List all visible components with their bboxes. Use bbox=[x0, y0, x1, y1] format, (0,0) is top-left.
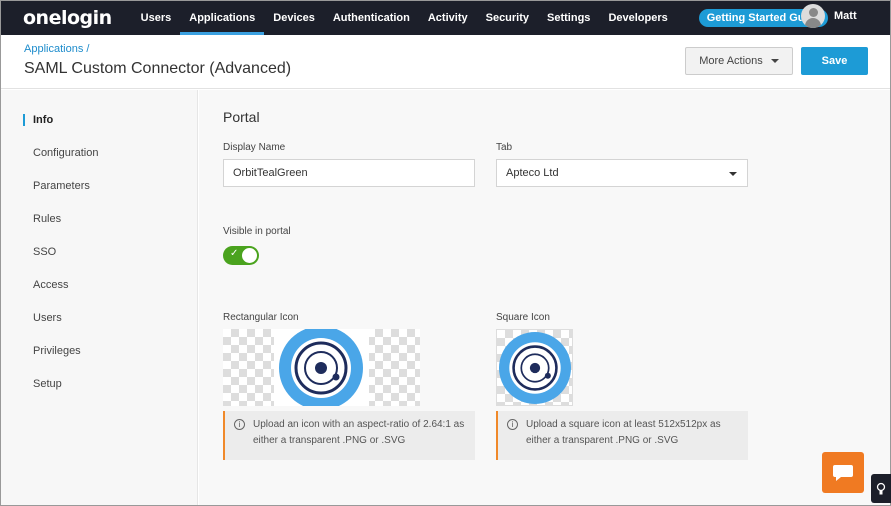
orbit-logo-icon bbox=[499, 332, 571, 404]
chat-button[interactable] bbox=[822, 452, 864, 493]
visible-in-portal-toggle[interactable]: ✓ bbox=[223, 246, 259, 265]
tab-select[interactable]: Apteco Ltd bbox=[496, 159, 748, 187]
display-name-input[interactable]: OrbitTealGreen bbox=[223, 159, 475, 187]
nav-security[interactable]: Security bbox=[477, 1, 538, 35]
check-icon: ✓ bbox=[230, 248, 239, 259]
sidebar-item-users[interactable]: Users bbox=[33, 312, 62, 324]
page-title: SAML Custom Connector (Advanced) bbox=[24, 60, 292, 77]
nav-settings[interactable]: Settings bbox=[538, 1, 599, 35]
active-indicator bbox=[23, 114, 25, 126]
square-icon-info: i Upload a square icon at least 512x512p… bbox=[496, 411, 748, 460]
onelogin-logo[interactable]: onelogin bbox=[23, 7, 112, 29]
sidebar-item-configuration[interactable]: Configuration bbox=[33, 147, 98, 159]
rectangular-icon-label: Rectangular Icon bbox=[223, 312, 299, 323]
page-header: Applications / SAML Custom Connector (Ad… bbox=[1, 35, 890, 89]
help-button[interactable] bbox=[871, 474, 891, 503]
main-content: Portal Display Name OrbitTealGreen Tab A… bbox=[199, 90, 890, 505]
sidebar-item-info[interactable]: Info bbox=[33, 114, 53, 126]
sidebar-item-parameters[interactable]: Parameters bbox=[33, 180, 90, 192]
nav-devices[interactable]: Devices bbox=[264, 1, 324, 35]
more-actions-label: More Actions bbox=[699, 55, 763, 67]
avatar-head bbox=[809, 8, 818, 17]
sidebar-item-access[interactable]: Access bbox=[33, 279, 68, 291]
square-icon-info-text: Upload a square icon at least 512x512px … bbox=[526, 419, 721, 446]
rectangular-icon-info-text: Upload an icon with an aspect-ratio of 2… bbox=[253, 419, 465, 446]
caret-down-icon bbox=[729, 172, 737, 176]
save-button[interactable]: Save bbox=[801, 47, 868, 75]
rectangular-icon-preview[interactable] bbox=[223, 329, 420, 406]
square-icon-label: Square Icon bbox=[496, 312, 550, 323]
rectangular-icon-info: i Upload an icon with an aspect-ratio of… bbox=[223, 411, 475, 460]
visible-in-portal-label: Visible in portal bbox=[223, 226, 291, 237]
nav-activity[interactable]: Activity bbox=[419, 1, 477, 35]
nav-users[interactable]: Users bbox=[132, 1, 181, 35]
square-icon-preview[interactable] bbox=[496, 329, 573, 406]
avatar-body bbox=[805, 18, 821, 28]
info-icon: i bbox=[507, 419, 518, 430]
info-icon: i bbox=[234, 419, 245, 430]
more-actions-button[interactable]: More Actions bbox=[685, 47, 793, 75]
nav-applications[interactable]: Applications bbox=[180, 1, 265, 35]
sidebar-item-sso[interactable]: SSO bbox=[33, 246, 56, 258]
lightbulb-icon bbox=[876, 482, 886, 494]
breadcrumb[interactable]: Applications / bbox=[24, 43, 89, 55]
toggle-knob bbox=[242, 248, 257, 263]
display-name-label: Display Name bbox=[223, 142, 286, 153]
avatar[interactable] bbox=[801, 4, 825, 28]
nav-developers[interactable]: Developers bbox=[599, 1, 676, 35]
caret-down-icon bbox=[770, 59, 779, 63]
section-title: Portal bbox=[223, 109, 260, 125]
sidebar-item-setup[interactable]: Setup bbox=[33, 378, 62, 390]
tab-label: Tab bbox=[496, 142, 513, 153]
sidebar-item-privileges[interactable]: Privileges bbox=[33, 345, 81, 357]
nav-authentication[interactable]: Authentication bbox=[324, 1, 419, 35]
sidebar-item-rules[interactable]: Rules bbox=[33, 213, 61, 225]
sidebar: Info Configuration Parameters Rules SSO … bbox=[1, 90, 198, 505]
tab-select-value: Apteco Ltd bbox=[506, 167, 559, 179]
chat-bubble-icon bbox=[833, 464, 853, 481]
top-nav: onelogin Users Applications Devices Auth… bbox=[1, 1, 890, 35]
orbit-logo-icon bbox=[279, 329, 363, 406]
user-name[interactable]: Matt bbox=[834, 10, 857, 22]
